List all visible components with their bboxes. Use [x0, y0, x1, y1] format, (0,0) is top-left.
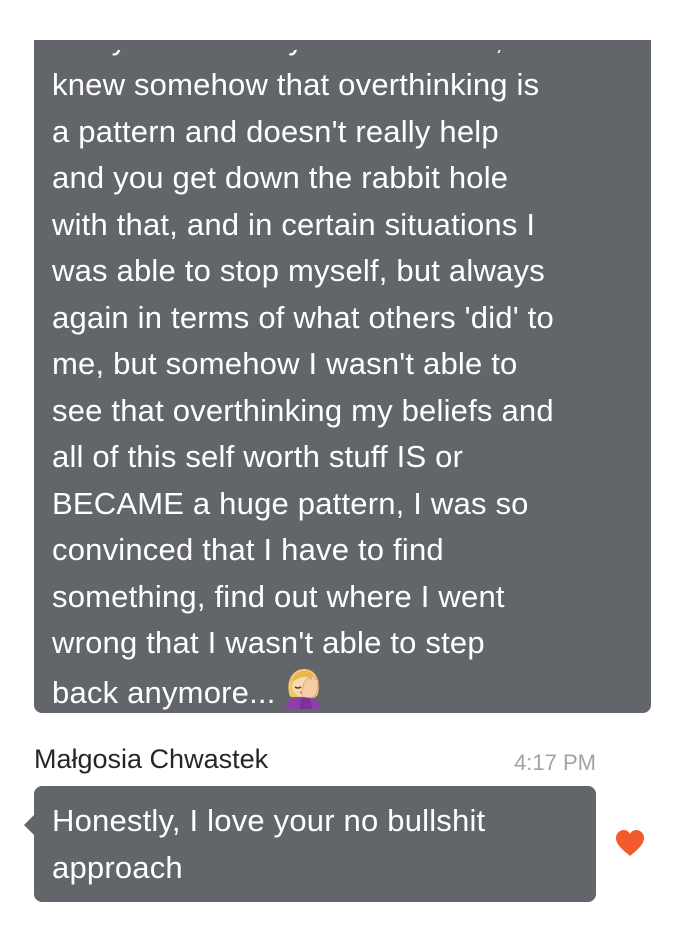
message-line: with that, and in certain situations I: [52, 206, 536, 242]
message-line: me, but somehow I wasn't able to: [52, 346, 518, 381]
chat-screen: really and actually understood it, knew …: [0, 0, 684, 938]
woman-facepalming-icon: [280, 667, 326, 709]
message-timestamp: 4:17 PM: [514, 750, 596, 775]
message-line: all of this self worth stuff IS or: [52, 439, 464, 474]
message-line: see that overthinking my beliefs and: [52, 392, 554, 428]
message-line: was able to stop myself, but always: [52, 253, 545, 288]
message-line: wrong that I wasn't able to step: [52, 625, 485, 660]
heart-icon[interactable]: [615, 829, 645, 857]
message-line: approach: [52, 849, 183, 885]
sender-name[interactable]: Małgosia Chwastek: [34, 744, 268, 775]
message-line: knew somehow that overthinking is: [52, 67, 540, 102]
message-line: something, find out where I went: [52, 578, 505, 614]
message-line: convinced that I have to find: [52, 532, 444, 567]
message-line: BECAME a huge pattern, I was so: [52, 485, 529, 521]
message-bubble[interactable]: really and actually understood it, knew …: [34, 40, 651, 713]
message-line: a pattern and doesn't really help: [52, 113, 499, 149]
message-line-last: back anymore...: [52, 667, 651, 717]
message-bubble[interactable]: Honestly, I love your no bullshit approa…: [34, 786, 596, 902]
message-header: Małgosia Chwastek 4:17 PM: [34, 742, 596, 782]
message-line: again in terms of what others 'did' to: [52, 299, 554, 335]
message-line: and you get down the rabbit hole: [52, 160, 509, 195]
partial-text-line: really and actually understood it,: [52, 50, 651, 62]
message-line: Honestly, I love your no bullshit: [52, 803, 486, 838]
